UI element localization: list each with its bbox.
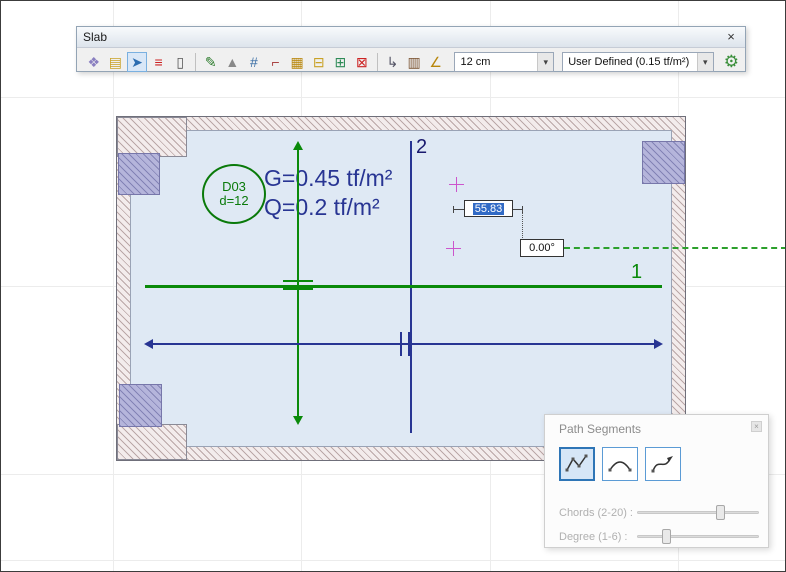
grid-hash-icon[interactable]: # (244, 52, 264, 72)
path-segments-panel: Path Segments × (544, 414, 769, 548)
slab-toolbar-title: Slab (83, 30, 723, 44)
guide-dashed-line (564, 247, 786, 249)
degree-row: Degree (1-6) : (559, 529, 759, 544)
slab-toolbar-titlebar: Slab × (77, 27, 745, 48)
segment-type-buttons (559, 447, 681, 481)
folder-table-icon[interactable]: ⊟ (309, 52, 329, 72)
layer-bars-icon[interactable]: ▦ (287, 52, 307, 72)
degree-label: Degree (1-6) : (559, 531, 633, 543)
dimension-arrow-right-icon (654, 339, 663, 349)
dimension-break (400, 332, 402, 356)
polyline-icon (564, 453, 590, 475)
protractor-icon[interactable]: ∠ (426, 52, 446, 72)
dimension-break (283, 280, 313, 282)
dimension-break (283, 288, 313, 290)
slab-id-tag: D03 d=12 (202, 164, 266, 224)
dimension-arrow-left-icon (144, 339, 153, 349)
open-model-icon[interactable]: ▤ (106, 52, 126, 72)
table-icon[interactable]: ⊞ (331, 52, 351, 72)
dead-load-label: G=0.45 tf/m² (264, 165, 392, 192)
chords-slider[interactable] (637, 505, 759, 520)
column-square (642, 141, 685, 184)
export-corner-icon[interactable]: ↳ (383, 52, 403, 72)
chevron-down-icon[interactable]: ▾ (697, 53, 713, 71)
angle-readout: 0.00° (520, 239, 564, 257)
load-type-value: User Defined (0.15 tf/m²) (563, 56, 697, 68)
chart-bars-icon[interactable]: ▥ (404, 52, 424, 72)
dimension-arrow-down-icon (293, 416, 303, 425)
drawing-canvas[interactable]: 2 1 D03 d=12 G=0.45 tf/m² Q=0.2 tf/m² 55… (0, 0, 786, 572)
column-square (119, 384, 162, 427)
corner-page-icon[interactable]: ⌐ (266, 52, 286, 72)
slab-outline (116, 116, 686, 461)
chords-label: Chords (2-20) : (559, 507, 633, 519)
curve-arrow-icon (650, 453, 676, 475)
settings-gear-icon[interactable]: ⚙ (724, 52, 739, 72)
thickness-dropdown[interactable]: 12 cm ▾ (454, 52, 554, 72)
wall-corner-hatch (117, 117, 187, 157)
dimension-arrow-up-icon (293, 141, 303, 150)
move-tool-icon[interactable]: ❖ (84, 52, 104, 72)
axis-1-line (145, 285, 662, 288)
slab-toolbar-window: Slab × ❖ ▤ ➤ ≡ ▯ ✎ ▲ # ⌐ ▦ ⊟ ⊞ ⊠ ↳ ▥ ∠ 1… (76, 26, 746, 72)
horizontal-dimension-line (148, 343, 659, 345)
close-icon[interactable]: × (723, 30, 739, 45)
thickness-value: 12 cm (455, 56, 537, 68)
axis-2-label: 2 (416, 136, 427, 159)
toolbar-separator (377, 53, 378, 71)
select-pointer-icon[interactable]: ➤ (127, 52, 147, 72)
measure-tick (453, 206, 454, 213)
delete-page-icon[interactable]: ⊠ (352, 52, 372, 72)
report-page-icon[interactable]: ▯ (170, 52, 190, 72)
slab-toolbar-row: ❖ ▤ ➤ ≡ ▯ ✎ ▲ # ⌐ ▦ ⊟ ⊞ ⊠ ↳ ▥ ∠ 12 cm ▾ … (77, 48, 745, 76)
snap-cross-icon (449, 177, 464, 192)
column-square (118, 153, 160, 195)
curve-segment-button[interactable] (645, 447, 681, 481)
polyline-segment-button[interactable] (559, 447, 595, 481)
dimension-break (408, 332, 410, 356)
degree-slider[interactable] (637, 529, 759, 544)
wall-corner-hatch (117, 424, 187, 460)
grid-line (1, 97, 785, 98)
length-value: 55.83 (473, 203, 505, 215)
path-segments-title: Path Segments (559, 422, 641, 436)
load-type-dropdown[interactable]: User Defined (0.15 tf/m²) ▾ (562, 52, 714, 72)
chevron-down-icon[interactable]: ▾ (537, 53, 553, 71)
column-loads-icon[interactable]: ≡ (149, 52, 169, 72)
align-sections-icon[interactable]: ▲ (223, 52, 243, 72)
chords-row: Chords (2-20) : (559, 505, 759, 520)
close-icon[interactable]: × (751, 421, 762, 432)
live-load-label: Q=0.2 tf/m² (264, 194, 380, 221)
slab-id-thickness: d=12 (219, 194, 248, 208)
grid-line (1, 560, 785, 561)
length-input[interactable]: 55.83 (464, 200, 513, 217)
vertical-dimension-line (297, 147, 299, 421)
arc-icon (607, 453, 633, 475)
edit-chart-icon[interactable]: ✎ (201, 52, 221, 72)
snap-cross-icon (446, 241, 461, 256)
slab-id-name: D03 (222, 180, 246, 194)
arc-segment-button[interactable] (602, 447, 638, 481)
toolbar-separator (195, 53, 196, 71)
axis-1-label: 1 (631, 261, 642, 284)
